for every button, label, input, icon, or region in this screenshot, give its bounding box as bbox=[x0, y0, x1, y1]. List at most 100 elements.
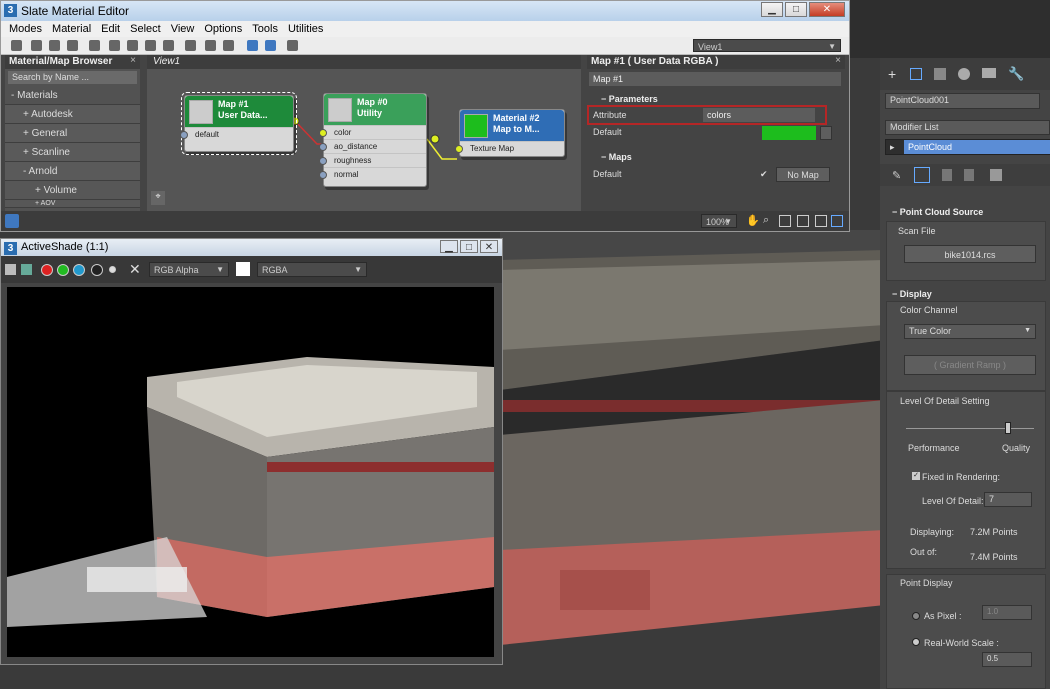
mode-dropdown[interactable]: RGBA ▼ bbox=[257, 262, 367, 277]
as-pixel-spinner[interactable]: 1.0 bbox=[982, 605, 1032, 620]
lod-spinner[interactable]: 7 bbox=[984, 492, 1032, 507]
tree-item-materials[interactable]: - Materials bbox=[5, 86, 140, 105]
assign-material-icon[interactable] bbox=[49, 40, 60, 51]
activeshade-title-bar[interactable]: 3 ActiveShade (1:1) ▁ □ ✕ bbox=[1, 239, 502, 256]
close-button[interactable]: ✕ bbox=[809, 2, 845, 17]
menu-edit[interactable]: Edit bbox=[101, 23, 120, 37]
close-icon[interactable]: × bbox=[130, 55, 136, 66]
background-swatch[interactable] bbox=[236, 262, 250, 276]
tree-item-autodesk[interactable]: + Autodesk bbox=[5, 105, 140, 124]
put-to-library-icon[interactable] bbox=[67, 40, 78, 51]
nav-icon[interactable] bbox=[287, 40, 298, 51]
create-icon[interactable]: + bbox=[888, 66, 896, 82]
real-world-radio[interactable] bbox=[912, 638, 920, 646]
menu-material[interactable]: Material bbox=[52, 23, 91, 37]
maximize-button[interactable]: □ bbox=[460, 240, 478, 253]
input-port-dot[interactable] bbox=[319, 157, 327, 165]
expand-icon[interactable]: ▸ bbox=[890, 142, 895, 153]
minimize-button[interactable]: ▁ bbox=[440, 240, 458, 253]
pick-material-icon[interactable] bbox=[11, 40, 22, 51]
menu-options[interactable]: Options bbox=[204, 23, 242, 37]
object-name-input[interactable]: PointCloud001 bbox=[885, 93, 1040, 109]
show-map-icon[interactable] bbox=[163, 40, 174, 51]
input-port-dot[interactable] bbox=[319, 143, 327, 151]
input-port-dot[interactable] bbox=[180, 131, 188, 139]
browser-search-input[interactable]: Search by Name ... bbox=[8, 71, 137, 84]
browser-toggle-icon[interactable] bbox=[5, 214, 19, 228]
input-port-dot[interactable] bbox=[319, 171, 327, 179]
tree-item-aov[interactable]: + AOV bbox=[5, 200, 140, 208]
minimize-button[interactable]: ▁ bbox=[761, 2, 783, 17]
maps-rollout[interactable]: − Maps bbox=[587, 150, 646, 165]
delete-icon[interactable] bbox=[89, 40, 100, 51]
scan-file-button[interactable]: bike1014.rcs bbox=[904, 245, 1036, 263]
mono-icon[interactable] bbox=[109, 266, 116, 273]
view-tab[interactable]: View1 bbox=[147, 55, 581, 69]
eyedropper-icon[interactable] bbox=[31, 40, 42, 51]
motion-icon[interactable] bbox=[958, 68, 970, 80]
menu-select[interactable]: Select bbox=[130, 23, 161, 37]
no-map-button[interactable]: No Map bbox=[776, 167, 830, 182]
lod-slider-track[interactable] bbox=[906, 428, 1034, 429]
perspective-viewport[interactable] bbox=[500, 230, 885, 689]
modifier-list-dropdown[interactable]: Modifier List bbox=[885, 120, 1050, 135]
alpha-channel-icon[interactable] bbox=[91, 264, 103, 276]
layout-all-icon[interactable] bbox=[247, 40, 258, 51]
input-port-dot[interactable] bbox=[455, 145, 463, 153]
show-end-result-icon[interactable] bbox=[914, 167, 930, 183]
gradient-ramp-button[interactable]: ( Gradient Ramp ) bbox=[904, 355, 1036, 375]
configure-sets-icon[interactable] bbox=[990, 169, 1002, 181]
clear-icon[interactable]: ✕ bbox=[129, 261, 141, 278]
pan-icon[interactable]: ✋ bbox=[746, 214, 760, 227]
menu-view[interactable]: View bbox=[171, 23, 195, 37]
red-channel-icon[interactable] bbox=[41, 264, 53, 276]
map-name-field[interactable]: Map #1 bbox=[589, 72, 841, 86]
save-icon[interactable] bbox=[5, 264, 16, 275]
move-children-icon[interactable] bbox=[109, 40, 120, 51]
menu-modes[interactable]: Modes bbox=[9, 23, 42, 37]
tree-item-scanline[interactable]: + Scanline bbox=[5, 143, 140, 162]
pin-stack-icon[interactable]: ✎ bbox=[892, 169, 901, 182]
preview-icon[interactable] bbox=[185, 40, 196, 51]
blue-channel-icon[interactable] bbox=[73, 264, 85, 276]
zoom-extents-icon[interactable] bbox=[797, 215, 809, 227]
as-pixel-radio[interactable] bbox=[912, 612, 920, 620]
zoom-region-icon[interactable] bbox=[779, 215, 791, 227]
layout-icon[interactable] bbox=[127, 40, 138, 51]
utilities-icon[interactable]: 🔧 bbox=[1008, 66, 1024, 82]
node-map1[interactable]: Map #1 User Data... default bbox=[180, 92, 297, 155]
remove-modifier-icon[interactable] bbox=[964, 169, 974, 181]
close-icon[interactable]: × bbox=[835, 55, 841, 66]
menu-utilities[interactable]: Utilities bbox=[288, 23, 323, 37]
stack-item-pointcloud[interactable]: PointCloud bbox=[904, 140, 1050, 154]
zoom-selected-icon[interactable] bbox=[831, 215, 843, 227]
green-channel-icon[interactable] bbox=[57, 264, 69, 276]
display-icon[interactable] bbox=[982, 68, 996, 78]
navigator-icon[interactable]: ⌖ bbox=[151, 191, 165, 205]
node-map0[interactable]: Map #0 Utility color ao_distance roughnes… bbox=[319, 93, 427, 187]
layout-children-icon[interactable] bbox=[265, 40, 276, 51]
attribute-input[interactable]: colors bbox=[703, 108, 815, 122]
slate-title-bar[interactable]: 3 Slate Material Editor ▁ □ ✕ bbox=[1, 1, 849, 21]
input-port-dot[interactable] bbox=[319, 129, 327, 137]
node-material2[interactable]: Material #2 Map to M... Texture Map bbox=[455, 109, 565, 157]
sample-uv-icon[interactable] bbox=[223, 40, 234, 51]
real-world-spinner[interactable]: 0.5 bbox=[982, 652, 1032, 667]
modify-icon[interactable] bbox=[910, 68, 922, 80]
default-map-button[interactable] bbox=[820, 126, 832, 140]
close-button[interactable]: ✕ bbox=[480, 240, 498, 253]
tree-item-arnold[interactable]: - Arnold bbox=[5, 162, 140, 181]
zoom-dropdown[interactable]: 100% ▼ bbox=[701, 214, 737, 228]
hierarchy-icon[interactable] bbox=[934, 68, 946, 80]
channel-dropdown[interactable]: RGB Alpha ▼ bbox=[149, 262, 229, 277]
make-unique-icon[interactable] bbox=[942, 169, 952, 181]
fixed-in-rendering-checkbox[interactable]: ✓ bbox=[912, 472, 920, 480]
maximize-button[interactable]: □ bbox=[785, 2, 807, 17]
activeshade-render[interactable] bbox=[7, 287, 494, 657]
tree-item-volume[interactable]: + Volume bbox=[5, 181, 140, 200]
zoom-extents-selected-icon[interactable] bbox=[815, 215, 827, 227]
default-color-swatch[interactable] bbox=[762, 126, 816, 140]
lod-slider-thumb[interactable] bbox=[1005, 422, 1012, 434]
maps-enable-checkbox[interactable]: ✔ bbox=[760, 169, 768, 180]
menu-tools[interactable]: Tools bbox=[252, 23, 278, 37]
